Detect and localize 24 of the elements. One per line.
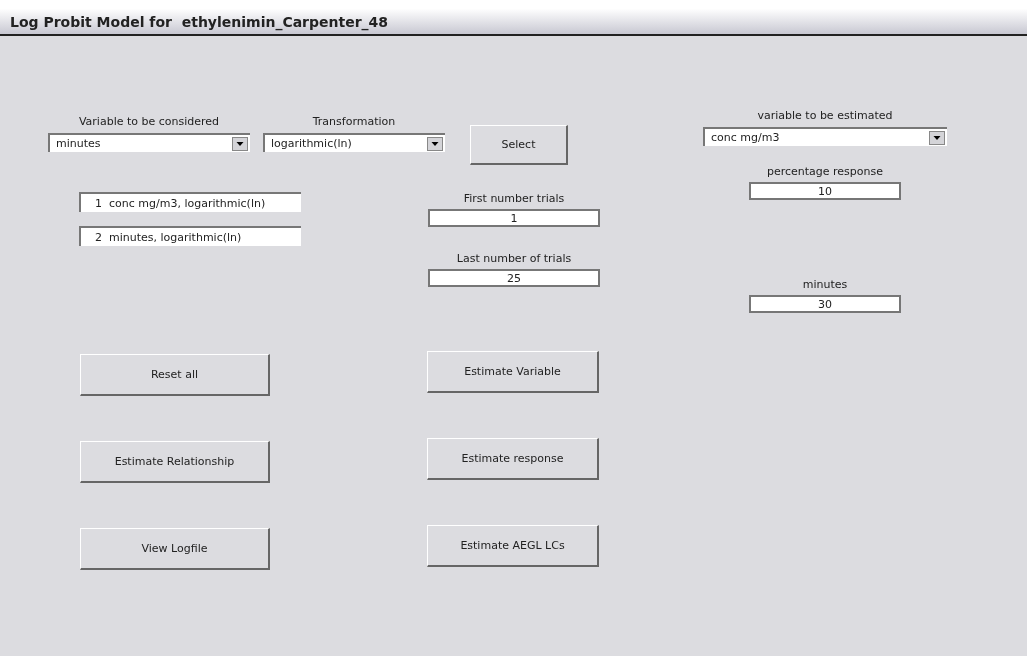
field-label: Variable to be considered [78, 114, 220, 129]
action-button[interactable]: Estimate AEGL LCs [427, 525, 599, 567]
dropdown[interactable]: minutes [48, 133, 250, 152]
field-label: Last number of trials [456, 251, 572, 266]
select-button[interactable]: Select [470, 125, 568, 165]
field-label: First number trials [463, 191, 565, 206]
field-label: variable to be estimated [757, 108, 893, 123]
dropdown[interactable]: logarithmic(ln) [263, 133, 445, 152]
input-field[interactable]: 30 [749, 295, 901, 313]
field-label: percentage response [766, 164, 884, 179]
input-field[interactable]: 1 [428, 209, 600, 227]
action-button[interactable]: View Logfile [80, 528, 270, 570]
input-field[interactable]: 10 [749, 182, 901, 200]
field-label: minutes [802, 277, 848, 292]
action-button[interactable]: Estimate response [427, 438, 599, 480]
field-label: Transformation [312, 114, 396, 129]
variable-entry: 1 conc mg/m3, logarithmic(ln) [79, 192, 301, 212]
dropdown[interactable]: conc mg/m3 [703, 127, 947, 146]
action-button[interactable]: Estimate Relationship [80, 441, 270, 483]
action-button[interactable]: Estimate Variable [427, 351, 599, 393]
window-title: Log Probit Model for ethylenimin_Carpenter_48 [10, 14, 389, 30]
variable-entry: 2 minutes, logarithmic(ln) [79, 226, 301, 246]
input-field[interactable]: 25 [428, 269, 600, 287]
action-button[interactable]: Reset all [80, 354, 270, 396]
